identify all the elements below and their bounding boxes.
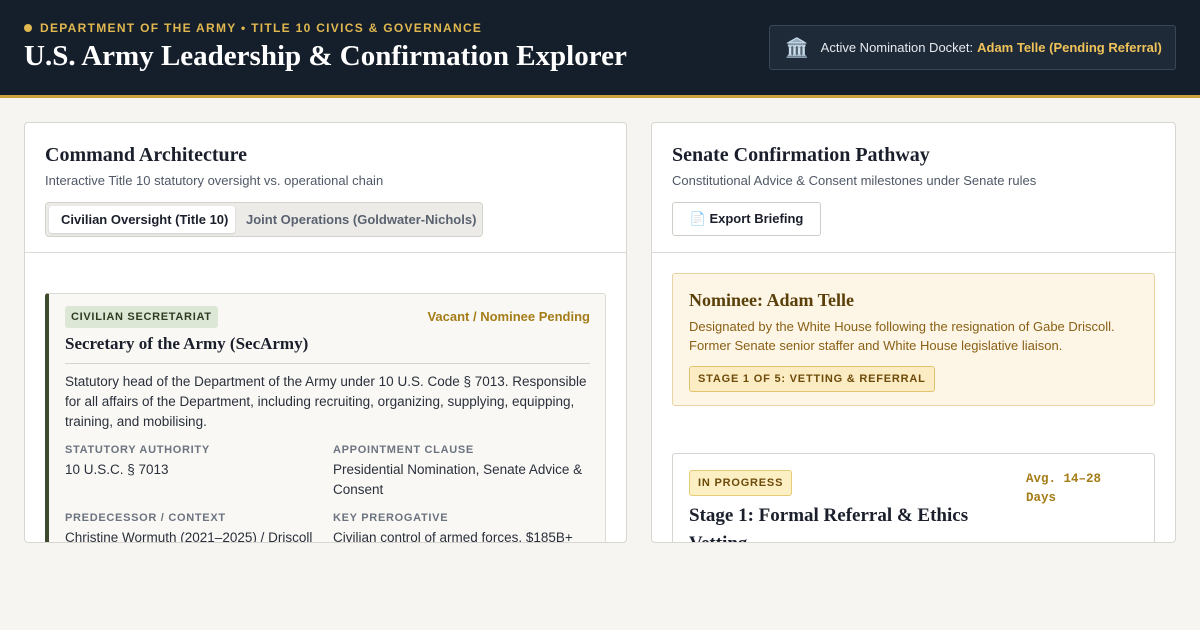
office-description: Statutory head of the Department of the … bbox=[65, 374, 587, 429]
panel-subtitle: Interactive Title 10 statutory oversight… bbox=[45, 173, 384, 188]
docket-nominee: Adam Telle (Pending Referral) bbox=[977, 40, 1162, 55]
nominee-summary: Nominee: Adam Telle Designated by the Wh… bbox=[672, 273, 1155, 406]
eyebrow-text: DEPARTMENT OF THE ARMY • TITLE 10 CIVICS… bbox=[40, 21, 483, 35]
field-label: APPOINTMENT CLAUSE bbox=[333, 444, 474, 456]
nomination-docket-indicator[interactable]: 🏛️ Active Nomination Docket: Adam Telle … bbox=[769, 25, 1176, 70]
panel-title: Command Architecture bbox=[45, 144, 248, 166]
view-tabs: Civilian Oversight (Title 10) Joint Oper… bbox=[45, 202, 483, 237]
nominee-name: Nominee: Adam Telle bbox=[689, 290, 854, 310]
panel-subtitle: Constitutional Advice & Consent mileston… bbox=[672, 173, 1037, 188]
app-title: U.S. Army Leadership & Confirmation Expl… bbox=[24, 40, 627, 72]
tab-civilian-oversight[interactable]: Civilian Oversight (Title 10) bbox=[49, 206, 235, 233]
capitol-building-icon: 🏛️ bbox=[785, 37, 809, 59]
app-header: DEPARTMENT OF THE ARMY • TITLE 10 CIVICS… bbox=[0, 0, 1200, 98]
command-architecture-panel: Command Architecture Interactive Title 1… bbox=[24, 122, 627, 543]
header-eyebrow: DEPARTMENT OF THE ARMY • TITLE 10 CIVICS… bbox=[24, 21, 482, 35]
nominee-description: Designated by the White House following … bbox=[689, 319, 1115, 353]
field-key-prerogative: KEY PREROGATIVE Civilian control of arme… bbox=[333, 512, 588, 543]
tab-joint-operations[interactable]: Joint Operations (Goldwater-Nichols) bbox=[246, 206, 476, 233]
field-label: PREDECESSOR / CONTEXT bbox=[65, 512, 226, 524]
field-value: Civilian control of armed forces, $185B+ bbox=[333, 530, 573, 543]
stage-title: Stage 1: Formal Referral & Ethics Vettin… bbox=[689, 505, 969, 542]
field-label: KEY PREROGATIVE bbox=[333, 512, 449, 524]
panel-header: Command Architecture Interactive Title 1… bbox=[25, 123, 626, 253]
field-value: Christine Wormuth (2021–2025) / Driscoll bbox=[65, 530, 313, 543]
field-label: STATUTORY AUTHORITY bbox=[65, 444, 210, 456]
stage-progress-badge: STAGE 1 OF 5: VETTING & REFERRAL bbox=[689, 366, 935, 392]
field-appointment-clause: APPOINTMENT CLAUSE Presidential Nominati… bbox=[333, 444, 588, 500]
field-value: Presidential Nomination, Senate Advice &… bbox=[333, 462, 583, 497]
divider bbox=[65, 363, 590, 364]
field-value: 10 U.S.C. § 7013 bbox=[65, 462, 169, 477]
stage-card[interactable]: IN PROGRESS Avg. 14–28 Days Stage 1: For… bbox=[672, 453, 1155, 542]
office-card-secarmy[interactable]: CIVILIAN SECRETARIAT Vacant / Nominee Pe… bbox=[45, 293, 606, 543]
panel-title: Senate Confirmation Pathway bbox=[672, 144, 930, 166]
stage-status-badge: IN PROGRESS bbox=[689, 470, 793, 496]
senate-confirmation-panel: Senate Confirmation Pathway Constitution… bbox=[651, 122, 1176, 543]
panel-header: Senate Confirmation Pathway Constitution… bbox=[652, 123, 1175, 253]
field-predecessor-context: PREDECESSOR / CONTEXT Christine Wormuth … bbox=[65, 512, 320, 543]
docket-label: Active Nomination Docket: bbox=[820, 40, 974, 55]
office-category-badge: CIVILIAN SECRETARIAT bbox=[65, 306, 218, 328]
office-status: Vacant / Nominee Pending bbox=[427, 309, 590, 324]
status-dot-icon bbox=[24, 24, 32, 32]
field-statutory-authority: STATUTORY AUTHORITY 10 U.S.C. § 7013 bbox=[65, 444, 320, 480]
office-title: Secretary of the Army (SecArmy) bbox=[65, 334, 309, 353]
stage-duration: Avg. 14–28 Days bbox=[1026, 472, 1102, 505]
export-briefing-button[interactable]: 📄 Export Briefing bbox=[672, 202, 821, 236]
